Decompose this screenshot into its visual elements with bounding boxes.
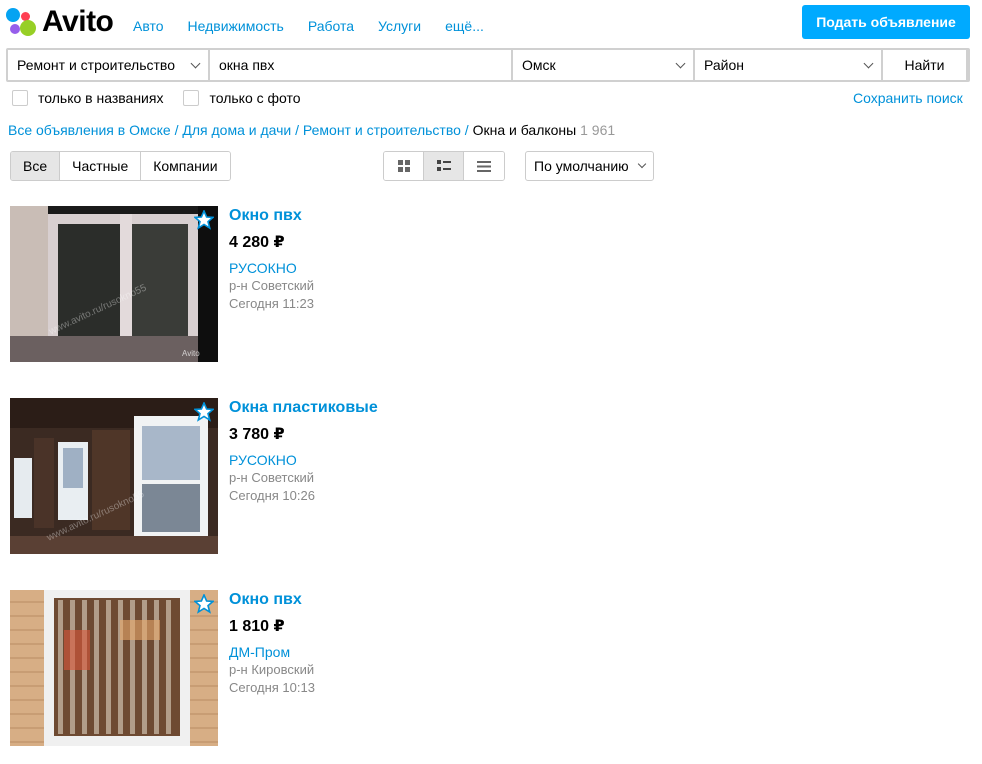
search-bar: Ремонт и строительство Омск Район Найти — [6, 48, 970, 82]
listing-photo[interactable]: www.avito.ru/rusokno55 — [10, 398, 218, 554]
grid-view-button[interactable] — [384, 152, 424, 180]
listing-seller[interactable]: РУСОКНО — [229, 451, 378, 469]
chevron-down-icon — [863, 58, 874, 68]
search-input[interactable] — [210, 50, 511, 80]
list-icon — [436, 160, 451, 171]
city-value: Омск — [522, 57, 556, 73]
seller-type-companies[interactable]: Компании — [141, 152, 230, 180]
category-select[interactable]: Ремонт и строительство — [8, 50, 208, 80]
listing-date: Сегодня 11:23 — [229, 296, 315, 311]
results-count: 1 961 — [580, 122, 616, 138]
listing-seller[interactable]: ДМ-Пром — [229, 643, 315, 661]
top-nav: Авто Недвижимость Работа Услуги ещё... — [133, 17, 508, 35]
view-mode-switch — [383, 151, 505, 181]
district-select[interactable]: Район — [695, 50, 881, 80]
breadcrumb-repair[interactable]: Ремонт и строительство — [303, 122, 461, 138]
listing-price: 3 780 ₽ — [229, 426, 285, 443]
category-value: Ремонт и строительство — [17, 57, 175, 73]
listing-title[interactable]: Окно пвх — [229, 590, 315, 610]
listing-title[interactable]: Окна пластиковые — [229, 398, 378, 418]
chevron-down-icon — [190, 58, 201, 68]
breadcrumb-current: Окна и балконы — [472, 122, 577, 138]
nav-realty[interactable]: Недвижимость — [188, 17, 284, 35]
compact-list-icon — [477, 160, 491, 172]
listing-item: www.avito.ru/rusokno55 Окна пластиковые … — [10, 398, 610, 554]
seller-type-private[interactable]: Частные — [60, 152, 142, 180]
listing-date: Сегодня 10:26 — [229, 488, 315, 503]
listing-item: Окно пвх 1 810 ₽ ДМ-Пром р-н Кировский С… — [10, 590, 610, 746]
listing-seller[interactable]: РУСОКНО — [229, 259, 314, 277]
listing-date: Сегодня 10:13 — [229, 680, 315, 695]
chevron-down-icon — [637, 159, 647, 169]
listing-photo[interactable]: www.avito.ru/rusokno55 Avito — [10, 206, 218, 362]
listing-info: Окно пвх 4 280 ₽ РУСОКНО р-н Советский С… — [229, 206, 314, 313]
seller-type-all[interactable]: Все — [11, 152, 61, 180]
window-photo-image — [10, 590, 218, 746]
find-button[interactable]: Найти — [883, 50, 966, 80]
city-select[interactable]: Омск — [513, 50, 693, 80]
breadcrumb-all-ads[interactable]: Все объявления в Омске — [8, 122, 171, 138]
nav-auto[interactable]: Авто — [133, 17, 164, 35]
listing-district: р-н Советский — [229, 470, 315, 485]
compact-view-button[interactable] — [464, 152, 504, 180]
logo-text: Avito — [42, 5, 114, 38]
star-icon[interactable] — [194, 594, 214, 614]
names-only-option[interactable]: только в названиях — [12, 90, 163, 106]
listing-price: 4 280 ₽ — [229, 234, 285, 251]
listing-info: Окна пластиковые 3 780 ₽ РУСОКНО р-н Сов… — [229, 398, 378, 505]
nav-jobs[interactable]: Работа — [308, 17, 354, 35]
listing-district: р-н Советский — [229, 278, 315, 293]
listing-price: 1 810 ₽ — [229, 618, 285, 635]
names-only-checkbox[interactable] — [12, 90, 28, 106]
listing-district: р-н Кировский — [229, 662, 315, 677]
avito-logo[interactable]: Avito — [6, 5, 114, 38]
with-photo-option[interactable]: только с фото — [183, 90, 301, 106]
nav-more[interactable]: ещё... — [445, 17, 484, 35]
chevron-down-icon — [675, 58, 686, 68]
search-options: только в названиях только с фото — [12, 90, 321, 106]
with-photo-checkbox[interactable] — [183, 90, 200, 106]
sort-value: По умолчанию — [534, 158, 629, 174]
star-icon[interactable] — [194, 210, 214, 230]
post-ad-button[interactable]: Подать объявление — [802, 5, 970, 39]
header: Avito Авто Недвижимость Работа Услуги ещ… — [0, 0, 982, 48]
sort-select[interactable]: По умолчанию — [525, 151, 654, 181]
listing-item: www.avito.ru/rusokno55 Avito Окно пвх 4 … — [10, 206, 610, 362]
listing-title[interactable]: Окно пвх — [229, 206, 314, 226]
svg-text:Avito: Avito — [182, 349, 200, 358]
breadcrumb: Все объявления в Омске / Для дома и дачи… — [8, 122, 616, 138]
logo-dots-icon — [6, 6, 38, 38]
district-value: Район — [704, 57, 744, 73]
list-view-button[interactable] — [424, 152, 464, 180]
window-photo-image: www.avito.ru/rusokno55 — [10, 398, 218, 554]
names-only-label: только в названиях — [38, 90, 164, 106]
window-photo-image: www.avito.ru/rusokno55 Avito — [10, 206, 218, 362]
listing-photo[interactable] — [10, 590, 218, 746]
save-search-link[interactable]: Сохранить поиск — [853, 90, 963, 106]
listing-info: Окно пвх 1 810 ₽ ДМ-Пром р-н Кировский С… — [229, 590, 315, 697]
star-icon[interactable] — [194, 402, 214, 422]
nav-services[interactable]: Услуги — [378, 17, 421, 35]
seller-type-filter: Все Частные Компании — [10, 151, 231, 181]
breadcrumb-home-garden[interactable]: Для дома и дачи — [182, 122, 291, 138]
with-photo-label: только с фото — [209, 90, 301, 106]
grid-icon — [397, 160, 410, 172]
